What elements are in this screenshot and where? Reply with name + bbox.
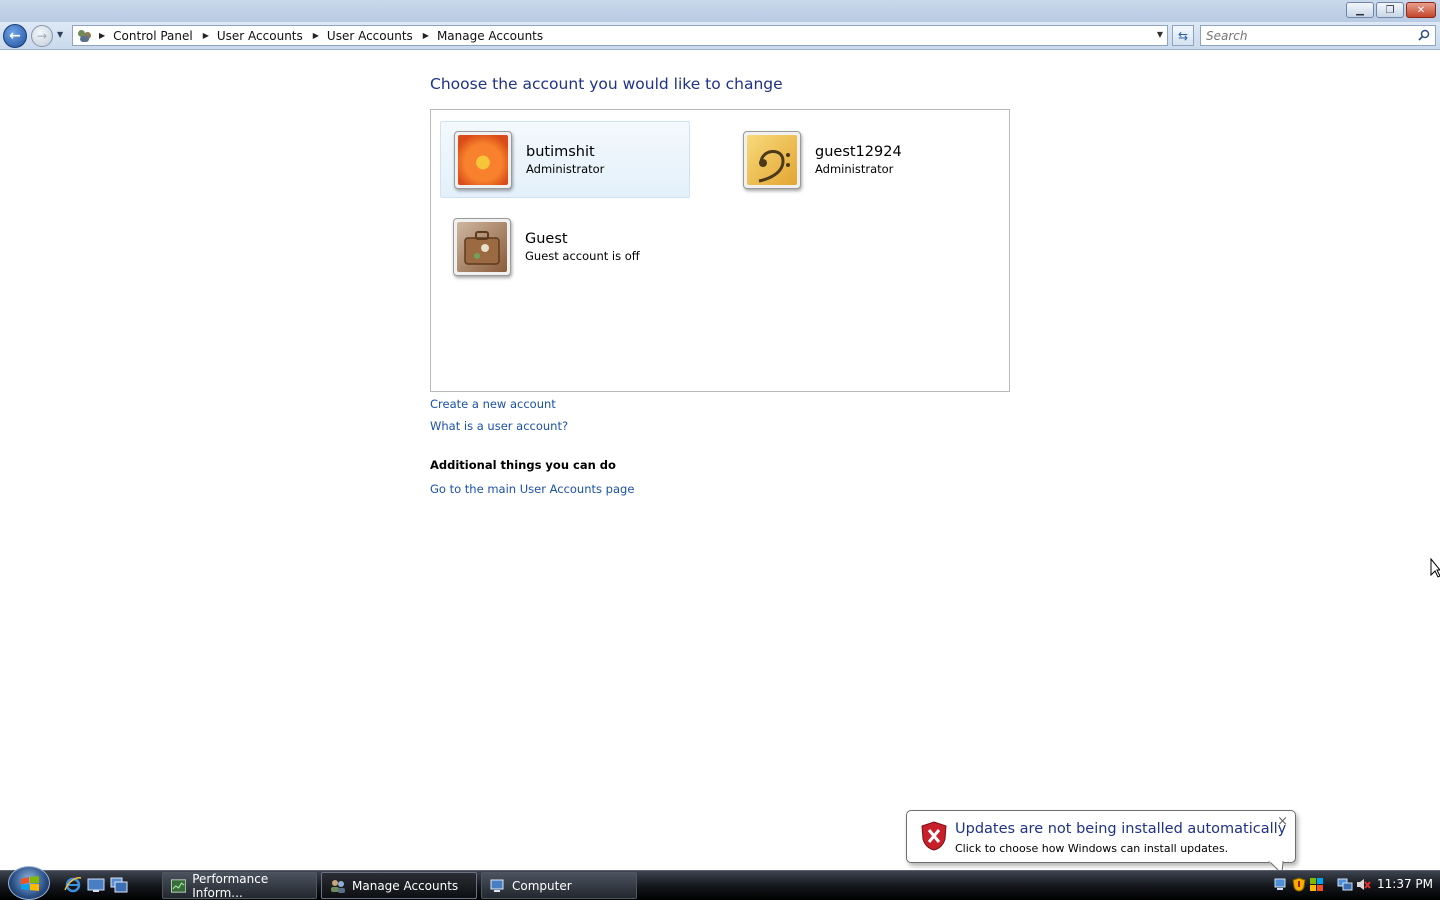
update-notification-balloon[interactable]: Updates are not being installed automati…: [906, 810, 1296, 863]
breadcrumb-separator-icon[interactable]: ▶: [203, 31, 209, 40]
back-button[interactable]: ←: [3, 24, 27, 48]
search-icon[interactable]: [1418, 29, 1430, 41]
account-name: guest12924: [815, 143, 902, 160]
breadcrumb-manage-accounts[interactable]: Manage Accounts: [437, 29, 543, 43]
windows-update-tray-icon[interactable]: [1309, 877, 1325, 892]
address-dropdown-icon[interactable]: ▼: [1157, 30, 1163, 39]
show-desktop-icon[interactable]: [87, 876, 105, 894]
window-controls: ▁ ❐ ✕: [1346, 2, 1436, 18]
refresh-icon: ⇆: [1177, 28, 1189, 43]
breadcrumb-separator-icon[interactable]: ▶: [99, 31, 105, 40]
balloon-text: Click to choose how Windows can install …: [955, 842, 1229, 855]
search-input[interactable]: [1206, 28, 1416, 43]
system-clock[interactable]: 11:37 PM: [1377, 877, 1433, 891]
red-shield-x-icon: [921, 821, 947, 851]
address-bar[interactable]: ▶ Control Panel ▶ User Accounts ▶ User A…: [72, 25, 1168, 46]
breadcrumb-user-accounts-sub[interactable]: User Accounts: [327, 29, 413, 43]
close-icon[interactable]: ×: [1277, 814, 1288, 829]
page-title: Choose the account you would like to cha…: [430, 75, 783, 93]
refresh-button[interactable]: ⇆: [1172, 25, 1194, 46]
recent-pages-dropdown[interactable]: ▼: [57, 30, 67, 40]
additional-heading: Additional things you can do: [430, 458, 616, 472]
mouse-cursor-icon: [1430, 558, 1440, 578]
security-warning-tray-icon[interactable]: [1291, 877, 1307, 892]
breadcrumb-separator-icon[interactable]: ▶: [423, 31, 429, 40]
task-label: Computer: [512, 878, 572, 893]
account-picture: [453, 217, 511, 276]
account-tile-guest[interactable]: Guest Guest account is off: [440, 208, 690, 285]
account-type: Administrator: [815, 161, 894, 176]
account-tile-butimshit[interactable]: butimshit Administrator: [440, 121, 690, 198]
user-accounts-icon: [331, 879, 345, 893]
account-type: Guest account is off: [525, 248, 640, 263]
what-is-account-link[interactable]: What is a user account?: [430, 419, 568, 433]
close-button[interactable]: ✕: [1406, 2, 1436, 18]
title-bar: ▁ ❐ ✕: [0, 0, 1440, 22]
search-box[interactable]: [1200, 25, 1436, 46]
computer-icon: [490, 879, 504, 892]
user-accounts-icon: [77, 29, 93, 43]
task-label: Manage Accounts: [352, 878, 459, 893]
network-tray-icon[interactable]: [1273, 877, 1289, 892]
network-connection-tray-icon[interactable]: [1337, 877, 1353, 892]
start-button[interactable]: [8, 866, 50, 900]
windows-logo-icon: [21, 876, 39, 891]
create-account-link[interactable]: Create a new account: [430, 397, 556, 411]
account-picture: [454, 130, 512, 189]
balloon-title: Updates are not being installed automati…: [955, 821, 1287, 837]
task-label: Performance Inform...: [192, 871, 269, 900]
minimize-button[interactable]: ▁: [1346, 2, 1374, 18]
briefcase-picture-icon: [457, 221, 507, 272]
navigation-bar: ← → ▼ ▶ Control Panel ▶ User Accounts ▶ …: [0, 22, 1440, 50]
account-picture: [743, 130, 801, 189]
account-tile-guest12924[interactable]: guest12924 Administrator: [730, 121, 980, 198]
task-manage-accounts[interactable]: Manage Accounts: [321, 872, 477, 899]
accounts-list: butimshit Administrator guest12924 Admin…: [430, 109, 1010, 392]
breadcrumb-user-accounts[interactable]: User Accounts: [217, 29, 303, 43]
flower-picture-icon: [458, 134, 508, 185]
account-name: Guest: [525, 230, 568, 247]
task-computer[interactable]: Computer: [481, 872, 637, 899]
forward-button[interactable]: →: [31, 25, 53, 47]
bass-clef-picture-icon: [747, 134, 797, 185]
volume-muted-tray-icon[interactable]: [1355, 877, 1371, 892]
account-name: butimshit: [526, 143, 595, 160]
switch-windows-icon[interactable]: [110, 876, 128, 894]
account-type: Administrator: [526, 161, 605, 176]
task-performance-information[interactable]: Performance Inform...: [162, 871, 317, 900]
breadcrumb-control-panel[interactable]: Control Panel: [113, 29, 193, 43]
main-user-accounts-link[interactable]: Go to the main User Accounts page: [430, 482, 634, 496]
restore-button[interactable]: ❐: [1376, 2, 1404, 18]
internet-explorer-icon[interactable]: [64, 876, 82, 894]
breadcrumb-separator-icon[interactable]: ▶: [313, 31, 319, 40]
performance-icon: [171, 878, 187, 893]
